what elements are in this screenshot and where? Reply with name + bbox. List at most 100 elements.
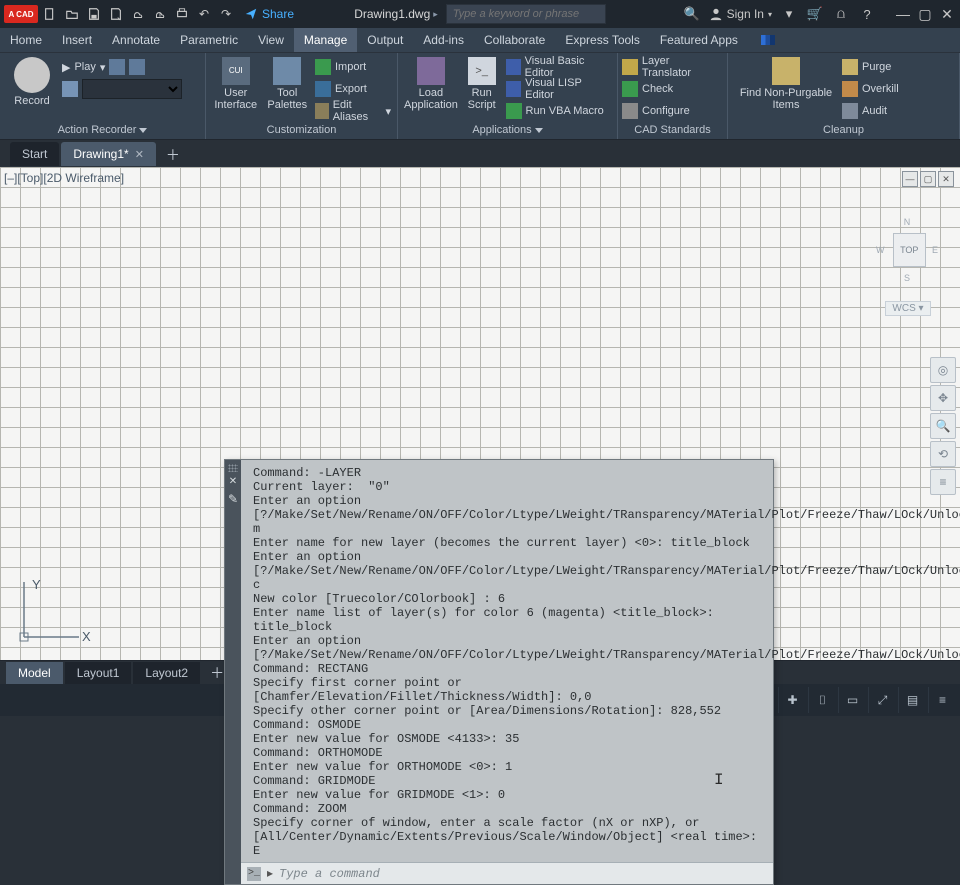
tool-palettes-button[interactable]: Tool Palettes	[264, 57, 312, 111]
overkill-button[interactable]: Overkill	[842, 79, 899, 99]
user-interface-button[interactable]: CUI User Interface	[212, 57, 260, 111]
tab-output[interactable]: Output	[357, 28, 413, 52]
tab-view[interactable]: View	[248, 28, 294, 52]
nav-wheel-icon[interactable]: ◎	[930, 357, 956, 383]
command-window-grip[interactable]: ✕ ✎	[225, 460, 241, 884]
export-button[interactable]: Export	[315, 79, 391, 99]
open-icon[interactable]	[62, 4, 82, 24]
panel-action-recorder[interactable]: Action Recorder	[0, 122, 205, 139]
minimize-button[interactable]: —	[894, 5, 912, 23]
layout-tab-2[interactable]: Layout2	[133, 662, 200, 684]
redo-icon[interactable]: ↷	[216, 4, 236, 24]
start-tab[interactable]: Start	[10, 142, 59, 166]
status-monitor-icon[interactable]: ✚	[778, 687, 806, 713]
command-window[interactable]: ✕ ✎ Command: -LAYER Current layer: "0" E…	[224, 459, 774, 885]
ucs-icon[interactable]: Y X	[14, 567, 94, 650]
macro-select[interactable]	[82, 79, 182, 99]
app-store-icon[interactable]: ▾	[780, 5, 798, 23]
help-search-input[interactable]	[446, 4, 606, 24]
close-button[interactable]: ✕	[938, 5, 956, 23]
help-icon[interactable]: ?	[858, 5, 876, 23]
viewcube-face[interactable]: TOP	[893, 233, 926, 267]
nav-pan-icon[interactable]: ✥	[930, 385, 956, 411]
sign-in-button[interactable]: Sign In▾	[709, 7, 772, 21]
purge-button[interactable]: Purge	[842, 57, 899, 77]
configure-button[interactable]: Configure	[622, 101, 721, 121]
recorder-option3-icon[interactable]	[62, 81, 78, 97]
audit-button[interactable]: Audit	[842, 101, 899, 121]
panel-applications[interactable]: Applications	[398, 122, 617, 139]
status-quickprops-icon[interactable]: ▭	[838, 687, 866, 713]
save-icon[interactable]	[84, 4, 104, 24]
close-tab-icon[interactable]: ✕	[135, 148, 144, 161]
visual-lisp-editor-button[interactable]: Visual LISP Editor	[506, 79, 611, 99]
status-lock-ui-icon[interactable]: ⤢	[868, 687, 896, 713]
purge-icon	[842, 59, 858, 75]
cui-icon: CUI	[222, 57, 250, 85]
tab-insert[interactable]: Insert	[52, 28, 102, 52]
viewcube[interactable]: N W TOP E S WCS ▾	[876, 217, 940, 316]
tab-annotate[interactable]: Annotate	[102, 28, 170, 52]
layout-tab-1[interactable]: Layout1	[65, 662, 132, 684]
visual-basic-editor-button[interactable]: Visual Basic Editor	[506, 57, 611, 77]
broom-icon	[772, 57, 800, 85]
configure-icon	[622, 103, 638, 119]
nav-orbit-icon[interactable]: ⟲	[930, 441, 956, 467]
wcs-label[interactable]: WCS ▾	[885, 301, 930, 316]
recorder-option1-icon[interactable]	[109, 59, 125, 75]
find-non-purgable-button[interactable]: Find Non-Purgable Items	[734, 57, 838, 111]
check-button[interactable]: Check	[622, 79, 721, 99]
tab-collaborate[interactable]: Collaborate	[474, 28, 555, 52]
command-input[interactable]: >_ ▸ Type a command	[241, 862, 773, 884]
add-tab-button[interactable]: ＋	[162, 144, 184, 166]
nav-more-icon[interactable]: ≡	[930, 469, 956, 495]
restore-button[interactable]: ▢	[916, 5, 934, 23]
new-icon[interactable]	[40, 4, 60, 24]
record-button[interactable]: Record	[6, 57, 58, 107]
play-button[interactable]: ▶ Play ▾	[62, 61, 105, 74]
app-switcher-icon[interactable]	[754, 28, 782, 52]
run-vba-macro-button[interactable]: Run VBA Macro	[506, 101, 611, 121]
vlisp-icon	[506, 81, 522, 97]
undo-icon[interactable]: ↶	[194, 4, 214, 24]
tab-parametric[interactable]: Parametric	[170, 28, 248, 52]
cart-icon[interactable]: 🛒	[806, 5, 824, 23]
tab-featured-apps[interactable]: Featured Apps	[650, 28, 748, 52]
drawing-tab[interactable]: Drawing1*✕	[61, 142, 156, 166]
layout-tab-model[interactable]: Model	[6, 662, 63, 684]
layer-translator-button[interactable]: Layer Translator	[622, 57, 721, 77]
tab-express-tools[interactable]: Express Tools	[555, 28, 649, 52]
tab-home[interactable]: Home	[0, 28, 52, 52]
app-icon[interactable]: A CAD	[4, 5, 38, 23]
nav-zoom-icon[interactable]: 🔍	[930, 413, 956, 439]
status-customize-icon[interactable]: ≡	[928, 687, 956, 713]
viewport-maximize-icon[interactable]: ▢	[920, 171, 936, 187]
file-name: Drawing1.dwg▸	[354, 7, 438, 21]
viewport-label[interactable]: [–][Top][2D Wireframe]	[4, 171, 124, 185]
import-button[interactable]: Import	[315, 57, 391, 77]
audit-icon	[842, 103, 858, 119]
command-window-wrench-icon[interactable]: ✎	[228, 492, 238, 507]
svg-text:Y: Y	[32, 577, 41, 592]
command-window-close-icon[interactable]: ✕	[229, 476, 237, 488]
recorder-option2-icon[interactable]	[129, 59, 145, 75]
cloud-open-icon[interactable]	[128, 4, 148, 24]
status-units-icon[interactable]: ⌷	[808, 687, 836, 713]
search-icon[interactable]: 🔍	[683, 5, 701, 23]
saveas-icon[interactable]	[106, 4, 126, 24]
plot-icon[interactable]	[172, 4, 192, 24]
palettes-icon	[273, 57, 301, 85]
viewport-minimize-icon[interactable]: —	[902, 171, 918, 187]
cloud-save-icon[interactable]	[150, 4, 170, 24]
share-button[interactable]: Share	[244, 7, 294, 21]
edit-aliases-button[interactable]: Edit Aliases ▾	[315, 101, 391, 121]
tab-manage[interactable]: Manage	[294, 28, 357, 52]
run-script-icon: >_	[468, 57, 496, 85]
a360-icon[interactable]: ⩍	[832, 5, 850, 23]
tab-addins[interactable]: Add-ins	[413, 28, 474, 52]
drawing-canvas[interactable]: [–][Top][2D Wireframe] — ▢ ✕ N W TOP E S…	[0, 166, 960, 660]
viewport-close-icon[interactable]: ✕	[938, 171, 954, 187]
status-clean-icon[interactable]: ▤	[898, 687, 926, 713]
load-application-button[interactable]: Load Application	[404, 57, 458, 111]
run-script-button[interactable]: >_ Run Script	[462, 57, 502, 111]
